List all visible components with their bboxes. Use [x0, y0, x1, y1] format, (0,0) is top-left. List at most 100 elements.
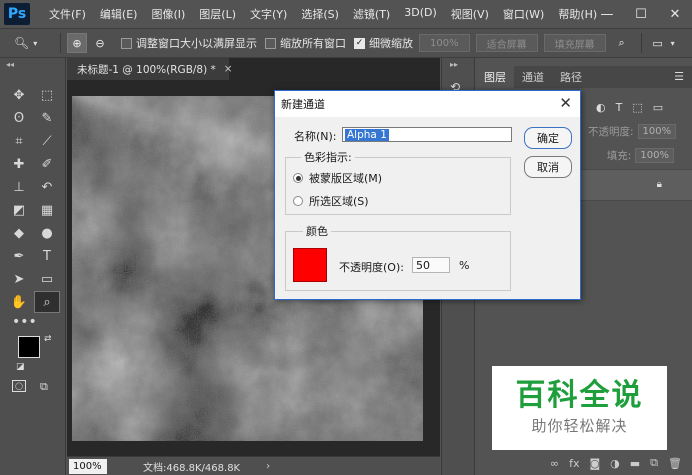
percent-sign: % [459, 259, 470, 272]
fit-screen-button[interactable]: 适合屏幕 [475, 34, 538, 52]
zoom-tool-preset[interactable]: 🔍︎ ▾ [14, 32, 54, 54]
zoom-100-button[interactable]: 100% [419, 34, 470, 52]
scrubby-zoom-label: 细微缩放 [369, 37, 413, 50]
add-mask-icon[interactable]: ◙ [589, 457, 600, 470]
group-icon[interactable]: ▬ [630, 457, 640, 470]
masked-areas-label: 被蒙版区域(M) [309, 172, 383, 185]
fill-screen-button[interactable]: 填充屏幕 [543, 34, 606, 52]
menu-edit[interactable]: 编辑(E) [93, 6, 145, 22]
more-tools-icon[interactable]: ••• [12, 314, 37, 330]
gradient-tool[interactable]: ▦ [34, 199, 60, 221]
smart-filter-icon[interactable]: ▭ [653, 101, 663, 114]
scrubby-zoom-option[interactable]: ✓ 细微缩放 [354, 35, 413, 51]
crop-tool[interactable]: ⌗ [6, 130, 32, 152]
hand-tool[interactable]: ✋ [6, 291, 32, 313]
menu-file[interactable]: 文件(F) [42, 6, 93, 22]
opacity-input[interactable]: 50 [412, 257, 450, 273]
tab-layers[interactable]: 图层 [476, 66, 514, 88]
ok-button[interactable]: 确定 [524, 127, 572, 149]
new-layer-icon[interactable]: ⧉ [650, 456, 658, 470]
foreground-color-swatch[interactable] [18, 336, 40, 358]
dodge-tool[interactable]: ● [34, 222, 60, 244]
default-colors-icon[interactable]: ◪ [16, 362, 25, 372]
document-tab[interactable]: 未标题-1 @ 100%(RGB/8) * × [67, 58, 233, 80]
menu-window[interactable]: 窗口(W) [496, 6, 551, 22]
fx-icon[interactable]: fx [569, 457, 579, 470]
watermark: 百科全说 助你轻松解决 [492, 366, 667, 450]
watermark-title: 百科全说 [515, 378, 644, 413]
swap-colors-icon[interactable]: ⇄ [44, 334, 52, 344]
move-tool[interactable]: ✥ [6, 84, 32, 106]
cancel-button[interactable]: 取消 [524, 156, 572, 178]
tab-channels[interactable]: 通道 [514, 66, 552, 88]
close-tab-icon[interactable]: × [224, 63, 233, 75]
opacity-field[interactable]: 100% [637, 123, 677, 139]
document-tab-title: 未标题-1 @ 100%(RGB/8) * [77, 63, 216, 76]
workspace-button[interactable]: ▭ [648, 33, 668, 53]
collapse-arrows-icon[interactable]: ▸▸ [450, 60, 458, 69]
stamp-tool[interactable]: ⊥ [6, 176, 32, 198]
zoom-tool-icon: 🔍︎ [14, 36, 30, 50]
brush-tool[interactable]: ✐ [34, 153, 60, 175]
zoom-in-button[interactable]: ⊕ [67, 33, 87, 53]
color-group-label: 颜色 [303, 223, 331, 239]
search-button[interactable]: ⌕ [612, 33, 632, 53]
menu-image[interactable]: 图像(I) [144, 6, 192, 22]
radio-dot [293, 173, 303, 183]
new-channel-dialog: 新建通道 ✕ 名称(N): Alpha 1 确定 取消 色彩指示: 被蒙版区域(… [274, 90, 581, 300]
overlay-color-swatch[interactable] [293, 248, 327, 282]
menu-type[interactable]: 文字(Y) [243, 6, 294, 22]
history-brush-tool[interactable]: ↶ [34, 176, 60, 198]
status-menu-arrow[interactable]: › [266, 461, 270, 472]
chevron-down-icon: ▾ [33, 38, 38, 48]
channel-name-value: Alpha 1 [345, 128, 389, 141]
zoom-level-field[interactable]: 100% [69, 458, 107, 474]
menu-filter[interactable]: 滤镜(T) [346, 6, 397, 22]
shape-filter-icon[interactable]: ⬚ [632, 101, 642, 114]
zoom-all-label: 缩放所有窗口 [280, 37, 346, 50]
healing-tool[interactable]: ✚ [6, 153, 32, 175]
shape-tool[interactable]: ▭ [34, 268, 60, 290]
menu-select[interactable]: 选择(S) [294, 6, 346, 22]
link-layers-icon[interactable]: ∞ [550, 457, 559, 470]
type-tool[interactable]: T [34, 245, 60, 267]
pen-tool[interactable]: ✒ [6, 245, 32, 267]
menu-view[interactable]: 视图(V) [444, 6, 496, 22]
path-select-tool[interactable]: ➤ [6, 268, 32, 290]
menu-layer[interactable]: 图层(L) [192, 6, 243, 22]
zoom-all-option[interactable]: 缩放所有窗口 [265, 35, 346, 51]
eraser-tool[interactable]: ◩ [6, 199, 32, 221]
menu-3d[interactable]: 3D(D) [397, 6, 444, 22]
resize-windows-checkbox[interactable] [121, 37, 132, 49]
pixel-filter-icon[interactable]: ◐ [596, 101, 606, 114]
quick-select-tool[interactable]: ✎ [34, 107, 60, 129]
fill-label: 填充: [606, 149, 632, 162]
eyedropper-tool[interactable]: ⟋ [34, 130, 60, 152]
fill-field[interactable]: 100% [635, 147, 674, 163]
marquee-tool[interactable]: ⬚ [34, 84, 60, 106]
scrubby-zoom-checkbox[interactable]: ✓ [354, 37, 365, 49]
menu-items: 文件(F) 编辑(E) 图像(I) 图层(L) 文字(Y) 选择(S) 滤镜(T… [42, 6, 604, 22]
close-icon[interactable]: ✕ [559, 94, 572, 112]
channel-name-input[interactable]: Alpha 1 [342, 127, 512, 142]
type-filter-icon[interactable]: T [616, 101, 623, 114]
tab-paths[interactable]: 路径 [552, 66, 590, 88]
zoom-tool[interactable]: ⌕ [34, 291, 60, 313]
collapse-arrows-icon[interactable]: ◂◂ [6, 60, 14, 69]
trash-icon[interactable]: 🗑︎ [668, 457, 682, 470]
close-window-button[interactable]: ✕ [658, 0, 692, 28]
masked-areas-radio[interactable]: 被蒙版区域(M) [293, 170, 382, 186]
divider [60, 33, 61, 53]
zoom-out-button[interactable]: ⊖ [90, 33, 110, 53]
screen-mode-icon[interactable]: ⧉ [40, 380, 48, 394]
blur-tool[interactable]: ◆ [6, 222, 32, 244]
resize-windows-option[interactable]: 调整窗口大小以满屏显示 [121, 35, 257, 51]
maximize-button[interactable]: ☐ [624, 0, 658, 28]
zoom-all-checkbox[interactable] [265, 37, 276, 49]
quick-mask-icon[interactable]: ◯ [12, 380, 26, 392]
minimize-button[interactable]: — [590, 0, 624, 28]
lasso-tool[interactable]: ʘ [6, 107, 32, 129]
selected-areas-radio[interactable]: 所选区域(S) [293, 193, 369, 209]
adjustment-layer-icon[interactable]: ◑ [610, 457, 620, 470]
panel-menu-icon[interactable]: ☰ [674, 70, 684, 83]
